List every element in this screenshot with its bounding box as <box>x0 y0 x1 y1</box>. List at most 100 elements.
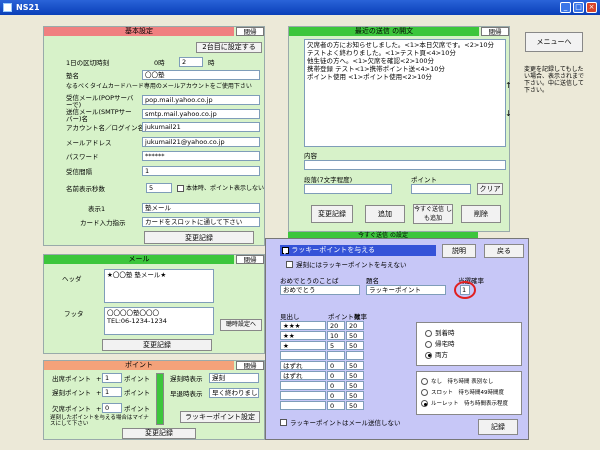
timing-radio[interactable] <box>425 351 432 359</box>
mode-option[interactable]: ルーレット 待ち時間表示程度 <box>421 400 517 408</box>
lucky-row-points[interactable]: 0 <box>327 371 345 380</box>
history-save-button[interactable]: 変更記録 <box>311 205 353 223</box>
display-seconds-input[interactable]: 5 <box>146 183 172 193</box>
lucky-row-name[interactable]: ★ <box>280 341 326 350</box>
lucky-setting-button[interactable]: ラッキーポイント設定 <box>180 411 260 423</box>
late-exclude-checkbox[interactable] <box>286 261 293 268</box>
lucky-row-prob[interactable] <box>346 351 364 360</box>
lucky-title-input[interactable]: ラッキーポイント <box>366 285 446 295</box>
subject-label: 段落(7文字程度) <box>304 176 353 184</box>
mail-footer-textarea[interactable]: 〇〇〇〇塾〇〇〇 TEL:06-1234-1234 <box>104 307 214 335</box>
lucky-row-name[interactable] <box>280 391 326 400</box>
menu-button[interactable]: メニューへ <box>525 32 583 52</box>
timing-option[interactable]: 帰宅時 <box>425 340 513 348</box>
send-now-button[interactable]: 今すぐ送信 しも追加 <box>413 204 453 224</box>
history-line-1[interactable]: 欠席者の方にお知らせしました。<1>本日欠席です。<2>10分 <box>307 41 503 49</box>
history-close-button[interactable]: 閉帰 <box>481 27 509 36</box>
history-point-input[interactable] <box>411 184 471 194</box>
timing-option[interactable]: 到着時 <box>425 329 513 337</box>
timing-radio[interactable] <box>425 340 432 348</box>
maximize-button[interactable]: □ <box>573 2 584 13</box>
mail-close-button[interactable]: 閉帰 <box>236 255 264 264</box>
mode-option[interactable]: なし 待ち時間 表別なし <box>421 378 517 386</box>
lucky-row-points[interactable]: 5 <box>327 341 345 350</box>
mail-address-input[interactable]: jukumail21@yahoo.co.jp <box>142 137 260 147</box>
card-instruction-input[interactable]: カードをスロットに通して下さい <box>142 217 260 227</box>
lucky-row-prob[interactable]: 50 <box>346 331 364 340</box>
lucky-row-name[interactable]: ★★★ <box>280 321 326 330</box>
lucky-row-prob[interactable]: 50 <box>346 341 364 350</box>
timing-option[interactable]: 両方 <box>425 351 513 359</box>
delete-button[interactable]: 削除 <box>461 205 501 223</box>
scroll-up-icon[interactable]: ↑ <box>505 82 512 90</box>
early-display-input[interactable]: 早く終わりました <box>209 388 259 398</box>
account-input[interactable]: jukumail21 <box>142 122 260 132</box>
lucky-row-points[interactable]: 10 <box>327 331 345 340</box>
mode-radio[interactable] <box>421 378 428 385</box>
lucky-row-name[interactable] <box>280 401 326 410</box>
lucky-row-name[interactable]: はずれ <box>280 371 326 380</box>
mail-save-button[interactable]: 変更記録 <box>102 339 212 351</box>
point-close-button[interactable]: 閉帰 <box>236 361 264 370</box>
lucky-row-points[interactable]: 20 <box>327 321 345 330</box>
lucky-enable-checkbox[interactable]: ✓ <box>282 246 289 257</box>
history-line-2[interactable]: テストよく終わりました。<1>テスト頁<4>10分 <box>307 49 503 57</box>
send-setting-button[interactable]: 聴時設定へ <box>220 319 262 331</box>
store-input[interactable]: 〇〇塾 <box>142 70 260 80</box>
lucky-row-prob[interactable]: 50 <box>346 381 364 390</box>
lucky-row-name[interactable] <box>280 351 326 360</box>
smtp-input[interactable]: smtp.mail.yahoo.co.jp <box>142 109 260 119</box>
attend-point-input[interactable]: 1 <box>102 373 122 383</box>
lucky-row-prob[interactable]: 50 <box>346 371 364 380</box>
msg-input[interactable]: おめでとう <box>280 285 360 295</box>
clear-button[interactable]: クリア <box>477 183 503 195</box>
mode-radio[interactable] <box>421 400 428 407</box>
lucky-row-prob[interactable]: 50 <box>346 401 364 410</box>
add-button[interactable]: 追加 <box>365 205 405 223</box>
history-list[interactable]: 欠席者の方にお知らせしました。<1>本日欠席です。<2>10分 テストよく終わり… <box>304 39 506 147</box>
lucky-row-name[interactable]: はずれ <box>280 361 326 370</box>
password-input[interactable]: ****** <box>142 151 260 161</box>
scroll-down-icon[interactable]: ↓ <box>505 110 512 118</box>
timing-radio[interactable] <box>425 329 432 337</box>
late-display-input[interactable]: 遅刻 <box>209 373 259 383</box>
subject-input[interactable] <box>304 184 392 194</box>
mail-header-textarea[interactable]: ★〇〇塾 塾メール★ <box>104 269 214 303</box>
lucky-save-button[interactable]: 記録 <box>478 419 518 435</box>
lucky-row-prob[interactable]: 50 <box>346 361 364 370</box>
hide-points-checkbox[interactable] <box>177 185 184 192</box>
display1-input[interactable]: 塾メール <box>142 203 260 213</box>
lucky-row-points[interactable]: 0 <box>327 391 345 400</box>
interval-input[interactable]: 1 <box>142 166 260 176</box>
lucky-row-points[interactable]: 0 <box>327 381 345 390</box>
minimize-button[interactable]: _ <box>560 2 571 13</box>
lucky-enable-row[interactable]: ✓ ラッキーポイントを与える <box>280 245 436 257</box>
lucky-row-prob[interactable]: 50 <box>346 391 364 400</box>
close-window-button[interactable]: × <box>586 2 597 13</box>
pop-input[interactable]: pop.mail.yahoo.co.jp <box>142 95 260 105</box>
lucky-row-points[interactable]: 0 <box>327 361 345 370</box>
body-input[interactable] <box>304 160 506 170</box>
mode-option[interactable]: スロット 待ち時間49時間度 <box>421 389 517 397</box>
lucky-row-points[interactable] <box>327 351 345 360</box>
timing-label: 帰宅時 <box>435 340 455 348</box>
mode-radio[interactable] <box>421 389 428 396</box>
basic-close-button[interactable]: 閉帰 <box>236 27 264 36</box>
cutoff-input[interactable]: 2 <box>179 57 203 67</box>
late-point-input[interactable]: 1 <box>102 387 122 397</box>
prob-input[interactable]: 1 <box>460 285 470 295</box>
lucky-row-prob[interactable]: 20 <box>346 321 364 330</box>
history-line-4[interactable]: 携帯登録 テスト<1>携帯ポイント送<4>10分 <box>307 65 503 73</box>
lucky-row-name[interactable]: ★★ <box>280 331 326 340</box>
history-line-5[interactable]: ポイント使用 <1>ポイント使用<2>10分 <box>307 73 503 81</box>
lucky-help-button[interactable]: 説明 <box>442 244 476 258</box>
lucky-row-points[interactable]: 0 <box>327 401 345 410</box>
lucky-row-name[interactable] <box>280 381 326 390</box>
point-save-button[interactable]: 変更記録 <box>122 428 196 439</box>
basic-save-button[interactable]: 変更記録 <box>144 231 254 244</box>
history-line-3[interactable]: 他生徒の方へ。<1>欠席を確認<2>100分 <box>307 57 503 65</box>
today-setting-button[interactable]: 2台目に設定する <box>196 42 262 53</box>
no-mail-checkbox[interactable] <box>280 419 287 426</box>
absent-point-input[interactable]: 0 <box>102 403 122 413</box>
lucky-back-button[interactable]: 戻る <box>484 244 524 258</box>
